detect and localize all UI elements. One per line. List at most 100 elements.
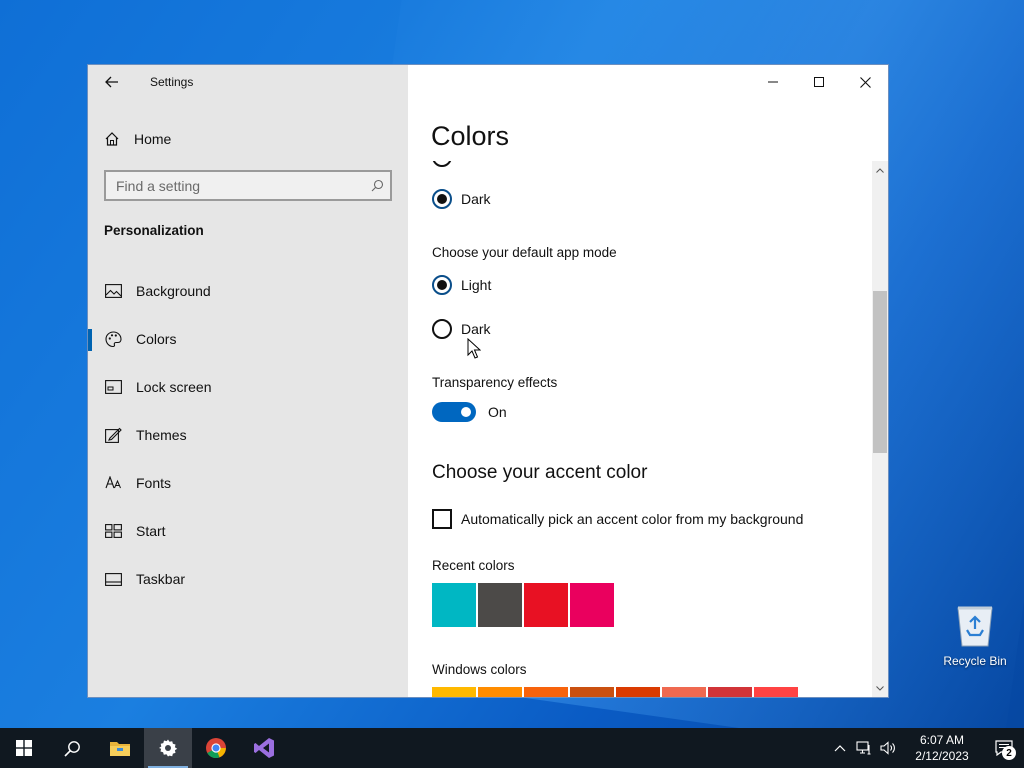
clock[interactable]: 6:07 AM 2/12/2023 (906, 732, 978, 764)
action-center-button[interactable]: 2 (984, 728, 1024, 768)
toggle-state-label: On (488, 404, 507, 420)
settings-taskbar-button[interactable] (144, 728, 192, 768)
transparency-toggle-row[interactable]: On (432, 402, 507, 422)
visual-studio-icon (254, 738, 274, 758)
sidebar-item-label: Lock screen (136, 379, 212, 395)
home-label: Home (134, 131, 172, 147)
visual-studio-button[interactable] (240, 728, 288, 768)
search-icon[interactable] (364, 179, 390, 192)
radio-button[interactable] (432, 319, 452, 339)
windows-mode-light-radio-partial[interactable] (432, 161, 452, 167)
search-input[interactable] (106, 172, 364, 199)
network-button[interactable] (852, 728, 876, 768)
back-button[interactable] (88, 65, 136, 99)
radio-button[interactable] (432, 161, 452, 167)
scroll-down-arrow-icon[interactable] (872, 681, 888, 695)
personalization-nav: Background Colors Lock screen Themes Fon… (88, 267, 408, 603)
sidebar-item-colors[interactable]: Colors (88, 315, 408, 363)
show-hidden-icons-button[interactable] (828, 728, 852, 768)
recycle-bin-label: Recycle Bin (943, 654, 1007, 668)
volume-button[interactable] (876, 728, 900, 768)
network-icon (856, 741, 871, 755)
home-nav-item[interactable]: Home (104, 127, 171, 151)
palette-icon (104, 330, 122, 348)
radio-button-checked[interactable] (432, 275, 452, 295)
radio-label: Dark (461, 191, 491, 207)
color-swatch[interactable] (662, 687, 706, 697)
radio-button-checked[interactable] (432, 189, 452, 209)
page-title: Colors (431, 121, 510, 151)
start-button[interactable] (0, 728, 48, 768)
lock-screen-icon (104, 378, 122, 396)
windows-mode-dark-radio[interactable]: Dark (432, 189, 491, 209)
folder-icon (110, 742, 130, 756)
scroll-up-arrow-icon[interactable] (872, 163, 888, 177)
color-swatch[interactable] (524, 687, 568, 697)
clock-time: 6:07 AM (919, 733, 965, 747)
maximize-button[interactable] (796, 65, 842, 99)
chrome-button[interactable] (192, 728, 240, 768)
sidebar-item-label: Background (136, 283, 211, 299)
search-icon (63, 740, 80, 757)
close-button[interactable] (842, 65, 888, 99)
taskbar-search-button[interactable] (48, 728, 96, 768)
main-panel: Colors Dark Choose your default app mode… (408, 65, 888, 697)
sidebar-item-label: Colors (136, 331, 177, 347)
vertical-scrollbar[interactable] (872, 161, 888, 697)
minimize-icon (768, 81, 778, 83)
window-controls (750, 65, 888, 99)
sidebar-item-start[interactable]: Start (88, 507, 408, 555)
radio-label: Light (461, 277, 492, 293)
sidebar-item-taskbar[interactable]: Taskbar (88, 555, 408, 603)
sidebar-item-themes[interactable]: Themes (88, 411, 408, 459)
app-mode-light-radio[interactable]: Light (432, 275, 491, 295)
fonts-icon (104, 474, 122, 492)
app-title: Settings (150, 75, 194, 89)
color-swatch[interactable] (524, 583, 568, 627)
maximize-icon (814, 77, 824, 87)
colors-content: Dark Choose your default app mode Light … (432, 161, 866, 697)
file-explorer-button[interactable] (96, 728, 144, 768)
color-swatch[interactable] (754, 687, 798, 697)
picture-icon (104, 282, 122, 300)
recycle-bin[interactable]: Recycle Bin (940, 602, 1010, 668)
home-icon (105, 132, 119, 146)
section-heading: Personalization (104, 223, 204, 238)
auto-accent-checkbox[interactable] (432, 509, 452, 529)
sidebar: Settings Home Personalization (88, 65, 408, 697)
color-swatch[interactable] (570, 583, 614, 627)
windows-colors-swatches (432, 687, 798, 697)
sidebar-item-lock-screen[interactable]: Lock screen (88, 363, 408, 411)
color-swatch[interactable] (432, 687, 476, 697)
sidebar-item-label: Fonts (136, 475, 172, 491)
color-swatch[interactable] (432, 583, 476, 627)
color-swatch[interactable] (478, 687, 522, 697)
app-mode-dark-radio[interactable]: Dark (432, 319, 491, 339)
transparency-toggle[interactable] (432, 402, 476, 422)
accent-color-title: Choose your accent color (432, 462, 648, 483)
system-tray: 6:07 AM 2/12/2023 2 (828, 728, 1024, 768)
speaker-icon (880, 741, 895, 755)
close-icon (859, 76, 871, 88)
taskbar: 6:07 AM 2/12/2023 2 (0, 728, 1024, 768)
color-swatch[interactable] (478, 583, 522, 627)
recycle-bin-icon (957, 606, 993, 647)
recent-colors-swatches (432, 583, 614, 627)
auto-accent-checkbox-row[interactable]: Automatically pick an accent color from … (432, 509, 803, 529)
sidebar-item-fonts[interactable]: Fonts (88, 459, 408, 507)
windows-logo-icon (16, 740, 32, 756)
color-swatch[interactable] (570, 687, 614, 697)
chrome-icon (206, 738, 226, 759)
color-swatch[interactable] (616, 687, 660, 697)
color-swatch[interactable] (708, 687, 752, 697)
title-bar: Settings (88, 65, 408, 99)
sidebar-item-background[interactable]: Background (88, 267, 408, 315)
minimize-button[interactable] (750, 65, 796, 99)
sidebar-item-label: Taskbar (136, 571, 186, 587)
clock-date: 2/12/2023 (915, 749, 969, 763)
mouse-cursor-icon (467, 338, 481, 359)
scroll-thumb[interactable] (873, 291, 887, 453)
search-box[interactable] (104, 170, 392, 201)
recent-colors-heading: Recent colors (432, 558, 515, 573)
windows-colors-heading: Windows colors (432, 662, 527, 677)
